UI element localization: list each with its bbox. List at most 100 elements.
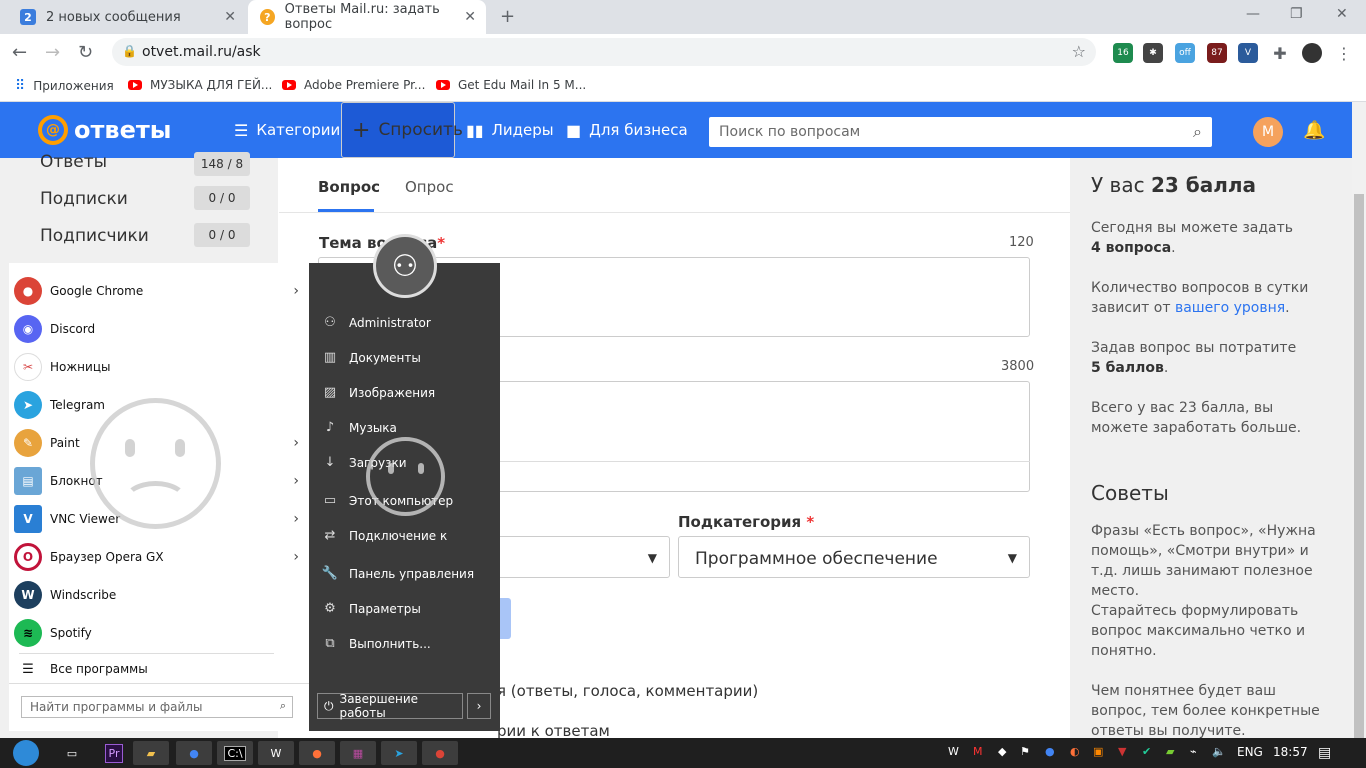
language-indicator[interactable]: ENG: [1237, 745, 1263, 759]
minimize-icon[interactable]: —: [1246, 6, 1260, 22]
winrar-icon[interactable]: ▦: [340, 741, 376, 765]
tray-vpn-icon[interactable]: ⚑: [1020, 745, 1030, 758]
shutdown-button[interactable]: ⏻ Завершение работы: [317, 692, 463, 720]
clock[interactable]: 18:57: [1273, 745, 1308, 759]
tray-nvidia-icon[interactable]: ▰: [1166, 745, 1174, 758]
page-scrollbar[interactable]: [1352, 102, 1366, 754]
search-icon[interactable]: ⌕: [1193, 122, 1202, 142]
bell-icon[interactable]: 🔔: [1303, 120, 1325, 141]
tab-poll[interactable]: Опрос: [405, 178, 454, 196]
run-icon: ⧉: [325, 636, 335, 651]
nav-business[interactable]: ■ Для бизнеса: [566, 102, 688, 158]
place-administrator[interactable]: ⚇ Administrator: [321, 315, 431, 330]
subcategory-select[interactable]: Программное обеспечение ▼: [678, 536, 1030, 578]
tab-question[interactable]: Вопрос: [318, 178, 380, 196]
tray-badge-icon[interactable]: ▣: [1093, 745, 1103, 758]
nav-categories[interactable]: ☰ Категории: [234, 102, 340, 158]
app-w-icon[interactable]: W: [258, 741, 294, 765]
premiere-icon[interactable]: Pr: [96, 741, 132, 765]
connect-icon: ⇄: [324, 528, 336, 543]
place-settings[interactable]: ⚙ Параметры: [321, 601, 421, 616]
tray-network-icon[interactable]: ⌁: [1190, 745, 1197, 758]
place-documents[interactable]: ▥ Документы: [321, 350, 421, 365]
place-control-panel[interactable]: 🔧 Панель управления: [321, 566, 474, 581]
site-logo[interactable]: @ ответы: [38, 115, 171, 145]
reload-icon[interactable]: ↻: [78, 42, 93, 63]
user-picture[interactable]: ⚇: [373, 234, 437, 298]
notifications-icon[interactable]: ▤: [1318, 745, 1331, 761]
address-bar[interactable]: 🔒 otvet.mail.ru/ask ☆: [112, 38, 1096, 66]
task-view-icon[interactable]: ▭: [54, 741, 90, 765]
chrome-taskbar-icon[interactable]: ●: [176, 741, 212, 765]
bookmark-star-icon[interactable]: ☆: [1072, 42, 1086, 61]
documents-icon: ▥: [323, 350, 337, 365]
app-opera-gx[interactable]: O Браузер Opera GX ›: [9, 538, 309, 576]
nav-leaders[interactable]: ▮▮ Лидеры: [466, 102, 554, 158]
stat-subscriptions-label[interactable]: Подписки: [40, 189, 128, 209]
forward-icon[interactable]: →: [45, 42, 60, 63]
scrollbar-thumb[interactable]: [1354, 194, 1364, 754]
firefox-icon[interactable]: ●: [299, 741, 335, 765]
avatar[interactable]: М: [1253, 117, 1283, 147]
place-run[interactable]: ⧉ Выполнить...: [321, 636, 430, 651]
menu-dots-icon[interactable]: ⋮: [1334, 43, 1354, 63]
restore-icon[interactable]: ❐: [1290, 6, 1303, 22]
place-music[interactable]: ♪ Музыка: [321, 420, 397, 435]
tray-app-icon[interactable]: ◐: [1070, 745, 1080, 758]
tray-dropbox-icon[interactable]: ◆: [998, 745, 1006, 758]
bookmark-apps[interactable]: ⠿ Приложения: [15, 78, 114, 94]
stat-answers-label[interactable]: Ответы: [40, 152, 107, 172]
app-windscribe[interactable]: W Windscribe: [9, 576, 309, 614]
taskbar: ▭ Pr ▰ ● C:\ W ● ▦ ➤ ● W M ◆ ⚑ ● ◐ ▣ ▼ ✔…: [0, 738, 1366, 768]
puzzle-icon[interactable]: ✚: [1270, 43, 1290, 63]
tab-otvety[interactable]: ? Ответы Mail.ru: задать вопрос ✕: [248, 0, 486, 34]
bookmark-item[interactable]: МУЗЫКА ДЛЯ ГЕЙ...: [128, 78, 272, 92]
extension-icon[interactable]: 87: [1207, 43, 1227, 63]
bookmark-item[interactable]: Adobe Premiere Pr...: [282, 78, 425, 92]
app-spotify[interactable]: ≋ Spotify: [9, 614, 309, 652]
start-button[interactable]: [6, 738, 46, 768]
level-link[interactable]: вашего уровня: [1175, 300, 1285, 316]
extension-icon[interactable]: 16: [1113, 43, 1133, 63]
start-search-input[interactable]: Найти программы и файлы ⌕: [21, 696, 293, 718]
app-google-chrome[interactable]: ● Google Chrome ›: [9, 272, 309, 310]
search-input[interactable]: Поиск по вопросам ⌕: [709, 117, 1212, 147]
sad-face-icon: [366, 437, 445, 516]
chrome-taskbar-icon-2[interactable]: ●: [422, 741, 458, 765]
chevron-right-icon[interactable]: ›: [293, 473, 299, 489]
tab-messages[interactable]: 2 2 новых сообщения ✕: [8, 0, 246, 34]
tray-m-icon[interactable]: M: [973, 745, 983, 758]
tray-check-icon[interactable]: ✔: [1142, 745, 1151, 758]
close-icon[interactable]: ✕: [224, 9, 236, 25]
close-icon[interactable]: ✕: [464, 9, 476, 25]
extension-icon[interactable]: V: [1238, 43, 1258, 63]
chevron-right-icon[interactable]: ›: [293, 283, 299, 299]
extension-icon[interactable]: ✱: [1143, 43, 1163, 63]
tray-chrome-icon[interactable]: ●: [1045, 745, 1055, 758]
notify-checkbox-label[interactable]: я (ответы, голоса, комментарии): [497, 682, 758, 700]
new-tab-icon[interactable]: +: [500, 6, 515, 27]
chevron-right-icon[interactable]: ›: [293, 549, 299, 565]
cmd-icon[interactable]: C:\: [217, 741, 253, 765]
tip-3: Чем понятнее будет ваш вопрос, тем более…: [1091, 683, 1320, 739]
telegram-taskbar-icon[interactable]: ➤: [381, 741, 417, 765]
bookmark-item[interactable]: Get Edu Mail In 5 M...: [436, 78, 586, 92]
search-placeholder: Найти программы и файлы: [30, 700, 203, 714]
nav-ask[interactable]: + Спросить: [341, 102, 463, 158]
place-connect[interactable]: ⇄ Подключение к: [321, 528, 448, 543]
chevron-right-icon[interactable]: ›: [293, 511, 299, 527]
tray-shield-icon[interactable]: ▼: [1118, 745, 1126, 758]
stat-subscribers-label[interactable]: Подписчики: [40, 226, 149, 246]
place-pictures[interactable]: ▨ Изображения: [321, 385, 435, 400]
app-discord[interactable]: ◉ Discord: [9, 310, 309, 348]
close-window-icon[interactable]: ✕: [1336, 6, 1348, 22]
volume-icon[interactable]: 🔈: [1212, 745, 1226, 758]
extension-icon[interactable]: off: [1175, 43, 1195, 63]
tray-w-icon[interactable]: W: [948, 745, 959, 758]
explorer-icon[interactable]: ▰: [133, 741, 169, 765]
back-icon[interactable]: ←: [12, 42, 27, 63]
chevron-right-icon[interactable]: ›: [293, 435, 299, 451]
shutdown-options-button[interactable]: ›: [467, 693, 491, 719]
app-snipping[interactable]: ✂ Ножницы: [9, 348, 309, 386]
profile-avatar[interactable]: [1302, 43, 1322, 63]
